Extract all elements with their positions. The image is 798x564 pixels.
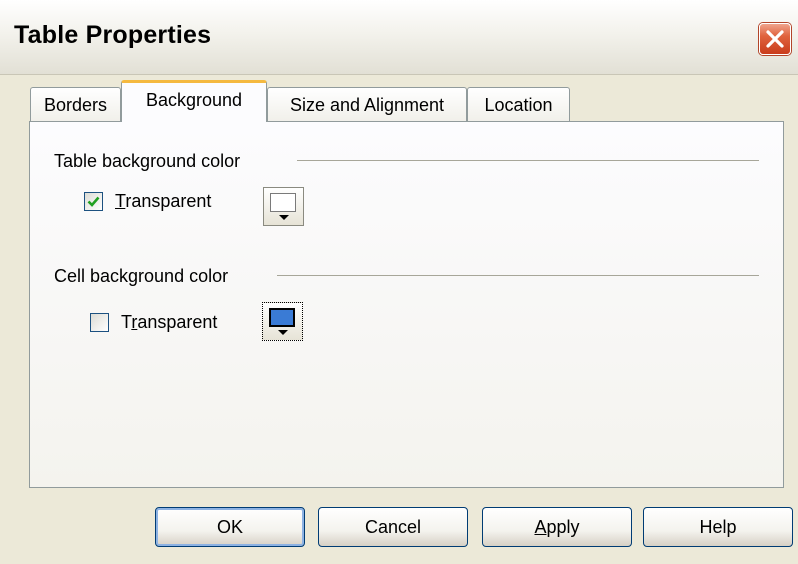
close-icon bbox=[766, 30, 784, 48]
label-rest: ansparent bbox=[137, 312, 218, 332]
cell-color-button[interactable] bbox=[262, 302, 303, 341]
dropdown-arrow-icon bbox=[279, 215, 289, 220]
label-rest: ransparent bbox=[125, 191, 212, 211]
help-button[interactable]: Help bbox=[643, 507, 793, 547]
mnemonic-t: T bbox=[115, 191, 126, 211]
tab-size-and-alignment[interactable]: Size and Alignment bbox=[267, 87, 467, 121]
table-background-group-label: Table background color bbox=[54, 151, 241, 171]
title-bar[interactable]: Table Properties bbox=[0, 0, 798, 75]
table-transparent-checkbox[interactable] bbox=[84, 192, 103, 211]
apply-button[interactable]: Apply bbox=[482, 507, 632, 547]
table-transparent-label[interactable]: Transparent bbox=[115, 190, 211, 212]
label-prefix: T bbox=[121, 312, 132, 332]
color-swatch bbox=[269, 308, 295, 327]
tab-background[interactable]: Background bbox=[121, 80, 267, 122]
tab-location[interactable]: Location bbox=[467, 87, 570, 121]
close-button[interactable] bbox=[759, 23, 791, 55]
dropdown-arrow-icon bbox=[278, 330, 288, 335]
cell-transparent-label[interactable]: Transparent bbox=[121, 311, 217, 333]
table-properties-dialog: Table Properties Borders Background Size… bbox=[0, 0, 798, 564]
group-divider bbox=[277, 275, 759, 276]
dialog-title: Table Properties bbox=[14, 21, 212, 49]
tab-borders[interactable]: Borders bbox=[30, 87, 121, 121]
table-color-button[interactable] bbox=[263, 187, 304, 226]
cancel-button[interactable]: Cancel bbox=[318, 507, 468, 547]
color-swatch bbox=[270, 193, 296, 212]
group-divider bbox=[297, 160, 759, 161]
checkmark-icon bbox=[87, 196, 100, 207]
mnemonic-a: A bbox=[534, 517, 547, 537]
ok-button[interactable]: OK bbox=[155, 507, 305, 547]
cell-background-group-label: Cell background color bbox=[54, 266, 229, 286]
cell-transparent-checkbox[interactable] bbox=[90, 313, 109, 332]
label-rest: pply bbox=[546, 517, 580, 537]
background-tab-panel: Table background color Transparent Cell … bbox=[29, 121, 784, 488]
